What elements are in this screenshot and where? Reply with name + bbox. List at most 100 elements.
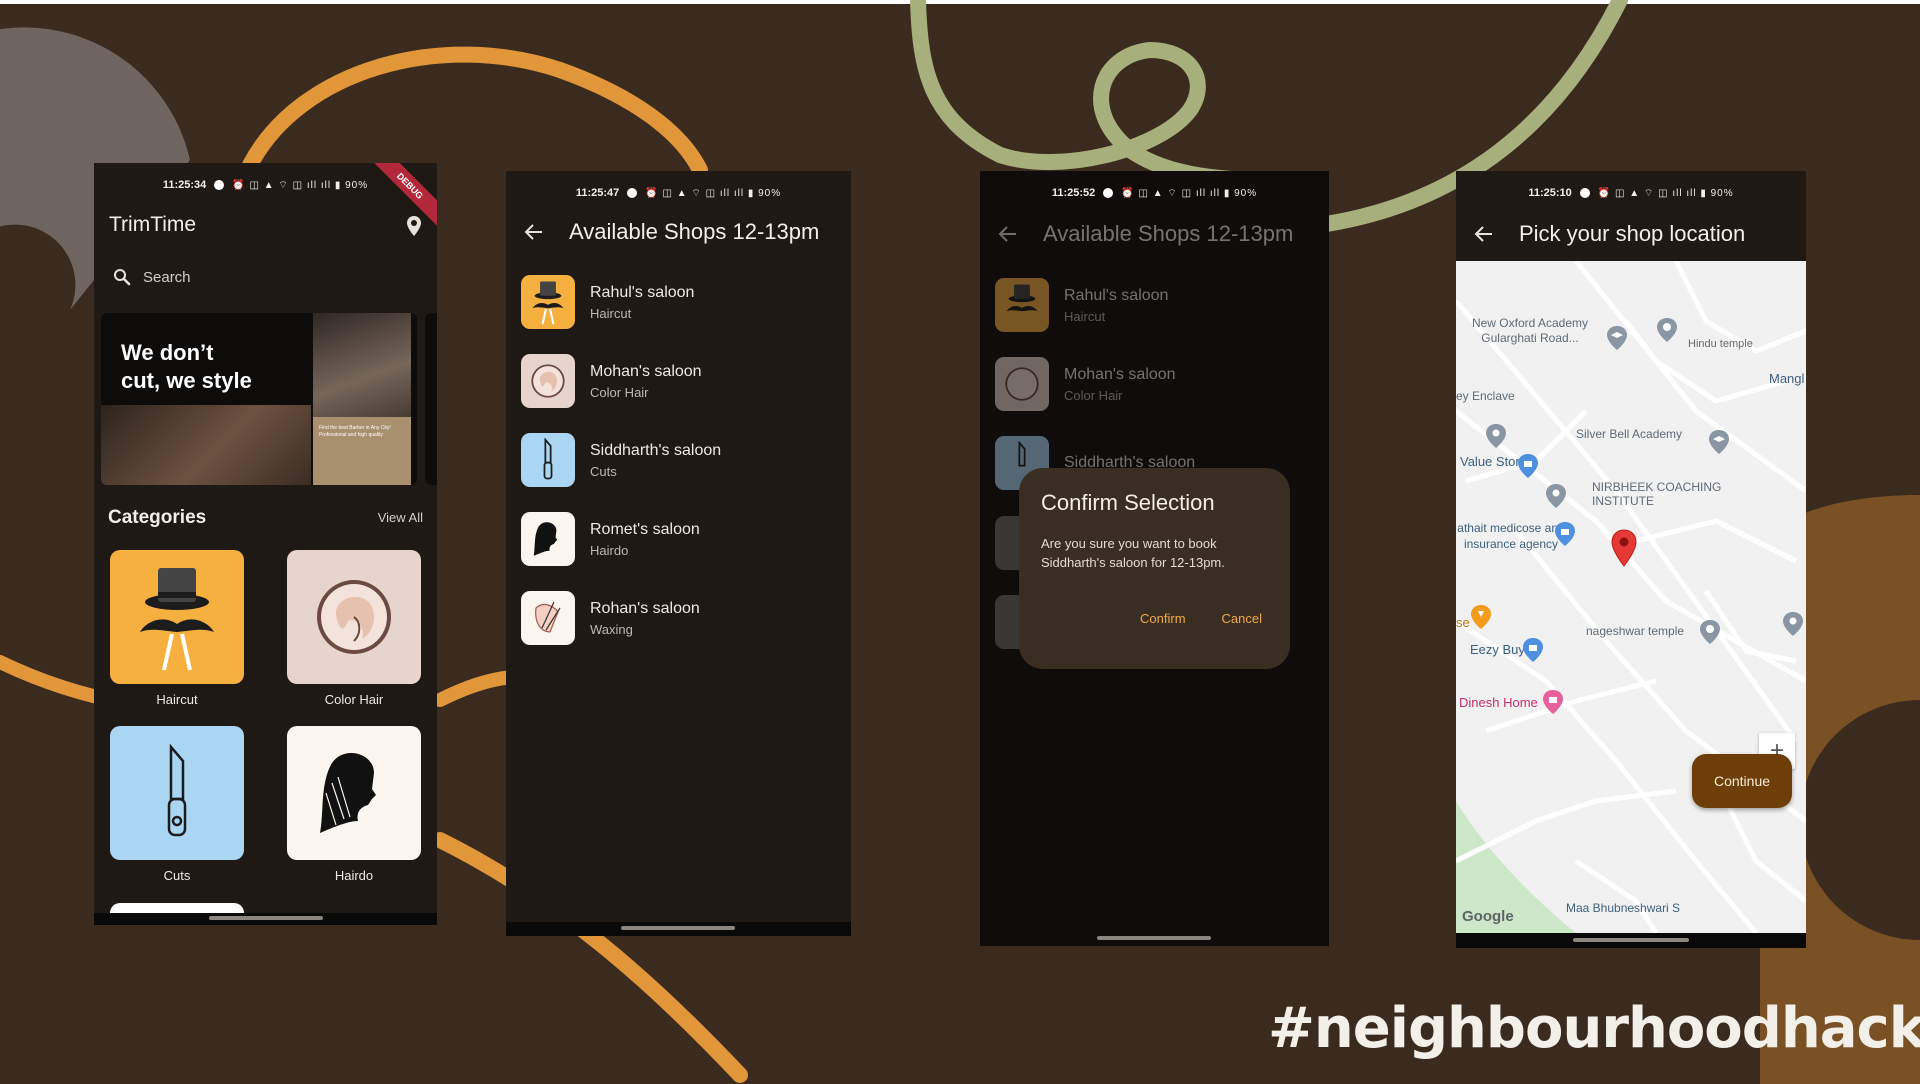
shop-category: Color Hair: [1064, 387, 1123, 403]
poi-temple-icon: [1657, 318, 1677, 342]
banner-promo-card: Find the best Barber in Any City! Profes…: [313, 417, 411, 485]
top-hat-mustache-icon: [532, 281, 564, 325]
view-all-link[interactable]: View All: [378, 510, 423, 525]
category-card-color-hair[interactable]: Color Hair: [287, 550, 421, 707]
razor-icon: [167, 743, 187, 837]
hair-silhouette-icon: [320, 752, 376, 833]
banner-headline-line-1: We don’t: [121, 340, 214, 365]
shop-name: Romet's saloon: [590, 520, 700, 538]
shop-name: Rahul's saloon: [1064, 286, 1169, 304]
top-hat-mustache-icon: [140, 568, 214, 671]
shop-list-item[interactable]: Rahul's saloon Haircut: [521, 270, 841, 334]
map-label: se: [1456, 615, 1470, 630]
shop-category: Waxing: [590, 621, 633, 637]
category-card-cuts[interactable]: Cuts: [110, 726, 244, 883]
status-bar: 11:25:47 ⏰ ◫ ▲ ⌔ ◫ ıll ıll ▮ 90%: [506, 179, 851, 207]
category-label: Cuts: [163, 868, 191, 883]
search-field[interactable]: Search: [109, 259, 419, 295]
status-time: 11:25:52: [1051, 187, 1096, 199]
confirm-dialog: Confirm Selection Are you sure you want …: [1019, 468, 1290, 669]
shop-list-item[interactable]: Mohan's saloon Color Hair: [521, 349, 841, 413]
back-arrow-icon: [998, 226, 1016, 242]
cancel-button[interactable]: Cancel: [1222, 611, 1262, 626]
shops-screen: 11:25:47 ⏰ ◫ ▲ ⌔ ◫ ıll ıll ▮ 90% Availab…: [506, 171, 851, 936]
category-card-hairdo[interactable]: Hairdo: [287, 726, 421, 883]
poi-generic-icon: [1546, 484, 1566, 508]
app-bar: Pick your shop location: [1456, 209, 1806, 259]
status-time: 11:25:47: [575, 187, 620, 199]
status-bar: 11:25:52 ⏰ ◫ ▲ ⌔ ◫ ıll ıll ▮ 90%: [980, 179, 1329, 207]
home-indicator: [1573, 938, 1689, 942]
home-indicator: [209, 916, 323, 920]
map-screen: 11:25:10 ⏰ ◫ ▲ ⌔ ◫ ıll ıll ▮ 90% Pick yo…: [1456, 171, 1806, 948]
map-label: Maa Bhubneshwari S: [1566, 901, 1681, 915]
shop-list-item[interactable]: Siddharth's saloon Cuts: [521, 428, 841, 492]
google-logo: Google: [1462, 908, 1514, 925]
shop-thumbnail: [995, 357, 1049, 411]
selected-location-pin-icon[interactable]: [1611, 529, 1637, 567]
category-label: Color Hair: [324, 692, 384, 707]
poi-graduation-icon: [1607, 326, 1627, 350]
shop-thumbnail: [521, 354, 575, 408]
notification-icon: [1579, 188, 1590, 198]
category-tile: [287, 550, 421, 684]
map-label: ey Enclave: [1456, 389, 1515, 403]
category-label: Hairdo: [334, 868, 374, 883]
barber-photo: [101, 405, 311, 485]
shop-category: Color Hair: [590, 384, 649, 400]
status-bar: 11:25:10 ⏰ ◫ ▲ ⌔ ◫ ıll ıll ▮ 90%: [1456, 179, 1806, 207]
notification-icon: [1103, 188, 1114, 198]
promo-banner[interactable]: We don’t cut, we style Find the best Bar…: [101, 313, 417, 485]
search-placeholder: Search: [143, 268, 191, 286]
dialog-title: Confirm Selection: [1041, 490, 1215, 515]
poi-shopping-icon: [1518, 454, 1538, 478]
shop-list-item: Mohan's saloon Color Hair: [995, 352, 1319, 416]
map-label: Silver Bell Academy: [1576, 427, 1683, 441]
home-screen: 11:25:34 ⏰ ◫ ▲ ⌔ ◫ ıll ıll ▮ 90% DEBUG T…: [94, 163, 437, 925]
shop-name: Mohan's saloon: [1064, 365, 1176, 383]
street-grid: [1456, 261, 1806, 933]
map-view[interactable]: New Oxford Academy Gularghati Road... Hi…: [1456, 261, 1806, 933]
dialog-message: Are you sure you want to book Siddharth'…: [1041, 536, 1225, 570]
categories-title: Categories: [108, 507, 207, 528]
barber-photo-2: [313, 313, 411, 417]
back-arrow-icon[interactable]: [1474, 224, 1494, 244]
map-label: NIRBHEEK COACHING INSTITUTE: [1592, 480, 1722, 508]
poi-home-icon: [1543, 690, 1563, 714]
shop-name: Rohan's saloon: [590, 599, 700, 617]
poi-shopping-icon: [1523, 638, 1543, 662]
app-bar: Available Shops 12-13pm: [980, 209, 1329, 259]
confirm-button[interactable]: Confirm: [1140, 611, 1186, 626]
shop-thumbnail: [521, 275, 575, 329]
status-icons: ⏰ ◫ ▲ ⌔ ◫ ıll ıll ▮ 90%: [645, 187, 782, 199]
woman-portrait-icon: [1005, 367, 1039, 401]
location-pin-icon[interactable]: [406, 215, 422, 237]
status-time: 11:25:10: [1528, 187, 1572, 199]
map-label: Mangl: [1769, 371, 1805, 386]
shop-thumbnail: [521, 512, 575, 566]
hair-silhouette-icon: [533, 522, 558, 556]
page-title: Available Shops 12-13pm: [1043, 221, 1294, 246]
status-icons: ⏰ ◫ ▲ ⌔ ◫ ıll ıll ▮ 90%: [1597, 187, 1734, 199]
map-label: Dinesh Home: [1459, 695, 1538, 710]
back-arrow-icon[interactable]: [524, 222, 544, 242]
confirm-screen: 11:25:52 ⏰ ◫ ▲ ⌔ ◫ ıll ıll ▮ 90% Availab…: [980, 171, 1329, 946]
shop-list-item[interactable]: Romet's saloon Hairdo: [521, 507, 841, 571]
shop-category: Haircut: [590, 305, 632, 321]
woman-portrait-icon: [317, 580, 391, 654]
status-icons: ⏰ ◫ ▲ ⌔ ◫ ıll ıll ▮ 90%: [232, 179, 369, 191]
map-label: Eezy Buy: [1470, 642, 1525, 657]
continue-button[interactable]: Continue: [1692, 754, 1792, 808]
shop-name: Mohan's saloon: [590, 362, 702, 380]
category-tile: [110, 726, 244, 860]
page-title: Available Shops 12-13pm: [569, 219, 820, 244]
map-label: athait medicose and insurance agency: [1457, 521, 1565, 551]
shop-list-item[interactable]: Rohan's saloon Waxing: [521, 586, 841, 650]
banner-small-text: Find the best Barber in Any City! Profes…: [319, 425, 391, 438]
notification-icon: [627, 188, 638, 198]
home-indicator: [1097, 936, 1211, 940]
next-banner-peek: [425, 313, 437, 485]
shop-category: Hairdo: [590, 542, 629, 558]
shop-category: Cuts: [590, 463, 617, 479]
category-card-haircut[interactable]: Haircut: [110, 550, 244, 707]
